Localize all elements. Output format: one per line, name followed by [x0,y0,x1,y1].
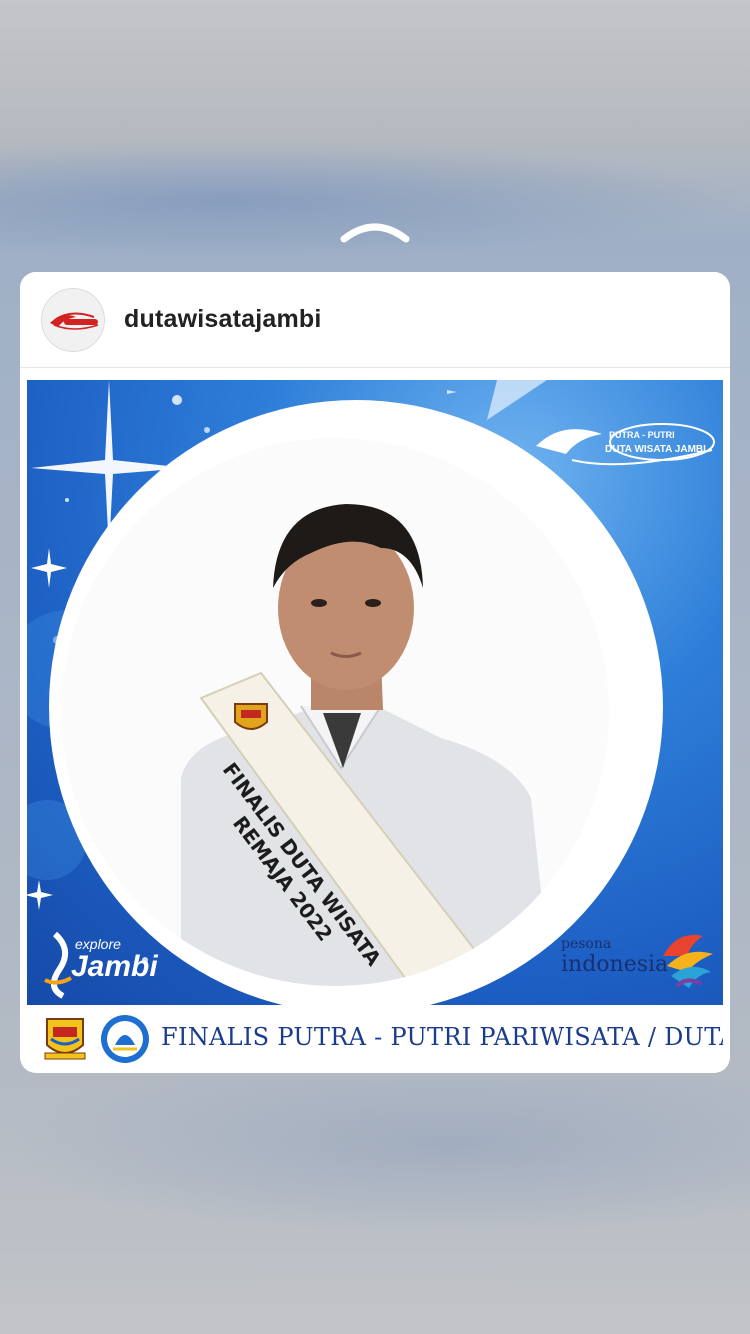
pesona-big-text: indonesia [561,952,669,977]
jambi-province-emblem-icon [44,1018,86,1060]
background-blur-lower [0,1080,750,1240]
avatar[interactable] [41,288,105,352]
sash-emblem-icon [234,703,268,730]
explore-big-text: Jambi [71,950,158,983]
kemendikbud-emblem-icon [101,1015,149,1063]
pesona-small-text: pesona [561,936,612,952]
post-preview-card[interactable]: dutawisatajambi FINALIS DUTA WISATA REMA… [20,272,730,1073]
pesona-indonesia-bird-icon [663,934,713,988]
footer-caption: FINALIS PUTRA - PUTRI PARIWISATA / DUTA … [161,1023,723,1051]
portrait-photo: FINALIS DUTA WISATA REMAJA 2022 [61,438,609,986]
brand-line2: DUTA WISATA JAMBI [605,444,706,455]
chevron-up-icon[interactable] [340,215,410,245]
brand-line1: PUTRA - PUTRI [609,430,675,440]
post-header: dutawisatajambi [20,272,730,368]
username[interactable]: dutawisatajambi [124,305,322,334]
caption-bar: FINALIS PUTRA - PUTRI PARIWISATA / DUTA … [27,1005,723,1068]
post-image[interactable]: FINALIS DUTA WISATA REMAJA 2022 PUTRA - … [27,380,723,1068]
duta-wisata-jambi-logo-icon [50,312,99,330]
